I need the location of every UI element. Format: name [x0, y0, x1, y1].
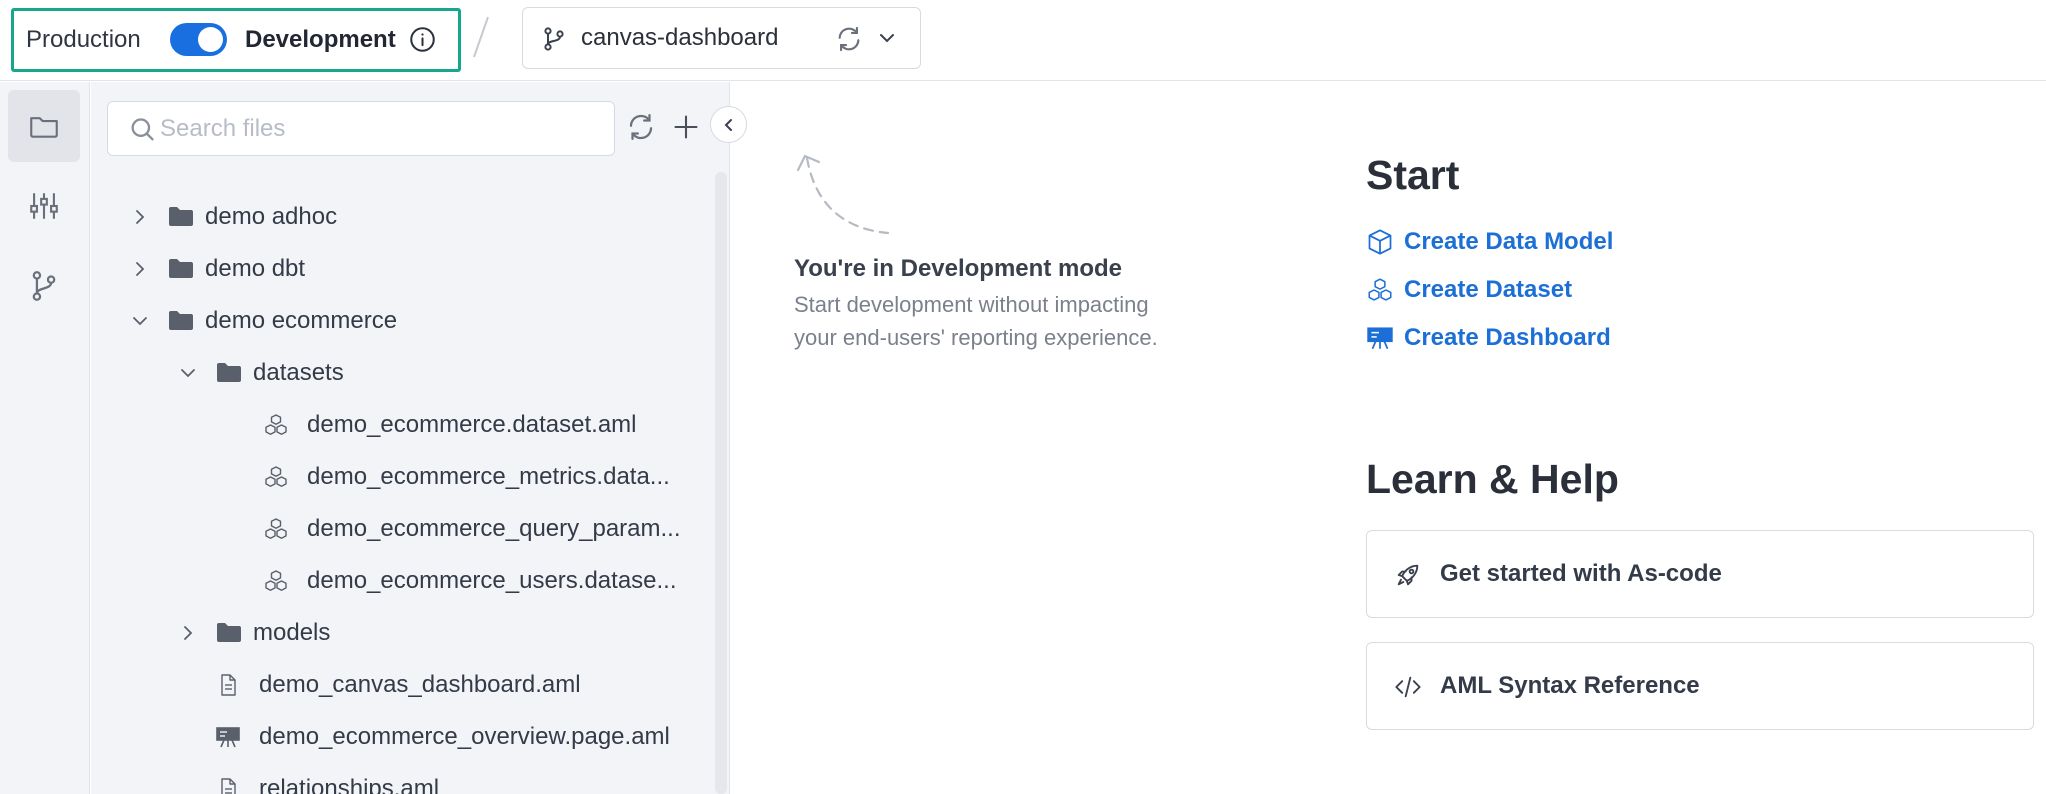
- sliders-icon: [30, 193, 58, 219]
- tree-scrollbar[interactable]: [715, 172, 727, 794]
- folder-icon: [217, 623, 241, 642]
- create-data-model-label: Create Data Model: [1404, 228, 1614, 255]
- production-label[interactable]: Production: [26, 26, 141, 54]
- chevron-right-icon: [136, 210, 145, 224]
- mode-toggle[interactable]: [170, 23, 227, 56]
- folder-icon: [30, 117, 58, 138]
- tree-item-label: demo_canvas_dashboard.aml: [259, 671, 581, 698]
- tree-item-label: demo_ecommerce.dataset.aml: [307, 411, 637, 438]
- breadcrumb-separator: [473, 16, 489, 58]
- collapse-panel-button[interactable]: [710, 106, 747, 143]
- dataset-icon: [265, 518, 287, 539]
- plus-icon[interactable]: [672, 113, 700, 141]
- main-content: You're in Development mode Start develop…: [731, 82, 2046, 794]
- rail-settings-button[interactable]: [8, 170, 80, 242]
- create-data-model-link[interactable]: Create Data Model: [1366, 224, 1613, 260]
- get-started-card[interactable]: Get started with As-code: [1366, 530, 2034, 618]
- dashboard-icon: [1367, 327, 1393, 350]
- file-icon: [221, 674, 236, 696]
- tree-item-label: relationships.aml: [259, 775, 440, 794]
- dashed-arrow-icon: [796, 154, 890, 235]
- search-input[interactable]: [160, 112, 600, 146]
- chevron-right-icon: [136, 262, 145, 276]
- development-label[interactable]: Development: [245, 26, 396, 54]
- refresh-icon[interactable]: [626, 112, 656, 142]
- tree-item-datasets[interactable]: datasets: [179, 353, 344, 393]
- tree-item-models[interactable]: models: [179, 613, 330, 653]
- tree-item-label: demo adhoc: [205, 203, 338, 230]
- tree-item-file[interactable]: relationships.aml: [215, 769, 439, 794]
- dataset-icon: [1368, 278, 1392, 301]
- tree-item-dataset-file[interactable]: demo_ecommerce_query_param...: [263, 509, 681, 549]
- rocket-icon: [1397, 564, 1419, 586]
- dev-mode-description: Start development without impacting your…: [794, 292, 1158, 350]
- code-icon: [1395, 676, 1421, 698]
- tree-item-label: models: [253, 619, 331, 646]
- cube-icon: [1368, 229, 1392, 255]
- info-icon[interactable]: [409, 26, 436, 53]
- tree-item-label: demo ecommerce: [205, 307, 398, 334]
- mode-switcher: Production Development: [11, 8, 461, 72]
- tree-item-label: demo_ecommerce_overview.page.aml: [259, 723, 670, 750]
- dataset-icon: [265, 414, 287, 435]
- tree-item-label: demo_ecommerce_query_param...: [307, 515, 681, 542]
- tree-item-dashboard-file[interactable]: demo_ecommerce_overview.page.aml: [215, 717, 670, 757]
- top-bar: Production Development canvas-dashboard: [0, 0, 2046, 81]
- folder-icon: [169, 311, 193, 330]
- create-dashboard-label: Create Dashboard: [1404, 324, 1611, 351]
- file-icon: [221, 778, 236, 794]
- folder-icon: [169, 259, 193, 278]
- learn-help-heading: Learn & Help: [1366, 456, 1619, 502]
- tree-item-demo-ecommerce[interactable]: demo ecommerce: [131, 301, 397, 341]
- dataset-icon: [265, 466, 287, 487]
- tree-item-label: demo_ecommerce_metrics.data...: [307, 463, 670, 490]
- tree-item-dataset-file[interactable]: demo_ecommerce_users.datase...: [263, 561, 677, 601]
- search-box[interactable]: [107, 101, 615, 156]
- toggle-knob: [198, 27, 223, 52]
- chevron-down-icon: [181, 369, 195, 378]
- start-heading: Start: [1366, 152, 1460, 198]
- create-dashboard-link[interactable]: Create Dashboard: [1366, 320, 1611, 356]
- tree-item-label: demo_ecommerce_users.datase...: [307, 567, 677, 594]
- rail-git-button[interactable]: [8, 250, 80, 322]
- git-branch-icon: [32, 271, 56, 301]
- branch-name: canvas-dashboard: [581, 24, 779, 51]
- dataset-icon: [265, 570, 287, 591]
- tree-item-demo-adhoc[interactable]: demo adhoc: [131, 197, 337, 237]
- folder-icon: [169, 207, 193, 226]
- chevron-down-icon[interactable]: [878, 31, 896, 45]
- branch-selector[interactable]: canvas-dashboard: [522, 7, 921, 69]
- aml-syntax-card[interactable]: AML Syntax Reference: [1366, 642, 2034, 730]
- tree-item-label: demo dbt: [205, 255, 306, 282]
- dashboard-icon: [216, 727, 240, 748]
- refresh-icon[interactable]: [835, 25, 863, 53]
- get-started-label: Get started with As-code: [1440, 560, 1722, 587]
- create-dataset-label: Create Dataset: [1404, 276, 1573, 303]
- rail-files-button[interactable]: [8, 90, 80, 162]
- chevron-left-icon: [724, 118, 732, 131]
- tree-item-label: datasets: [253, 359, 344, 386]
- chevron-down-icon: [133, 317, 147, 326]
- chevron-right-icon: [184, 626, 193, 640]
- folder-icon: [217, 363, 241, 382]
- dev-mode-title: You're in Development mode: [794, 255, 1122, 282]
- tree-item-file[interactable]: demo_canvas_dashboard.aml: [215, 665, 581, 705]
- tree-item-demo-dbt[interactable]: demo dbt: [131, 249, 305, 289]
- git-branch-icon: [544, 27, 564, 51]
- search-icon: [131, 118, 154, 141]
- left-rail: [0, 82, 90, 794]
- tree-item-dataset-file[interactable]: demo_ecommerce.dataset.aml: [263, 405, 636, 445]
- aml-syntax-label: AML Syntax Reference: [1440, 672, 1700, 699]
- create-dataset-link[interactable]: Create Dataset: [1366, 272, 1572, 308]
- tree-item-dataset-file[interactable]: demo_ecommerce_metrics.data...: [263, 457, 670, 497]
- file-explorer: demo adhoc demo dbt demo ecommerce datas…: [91, 82, 747, 794]
